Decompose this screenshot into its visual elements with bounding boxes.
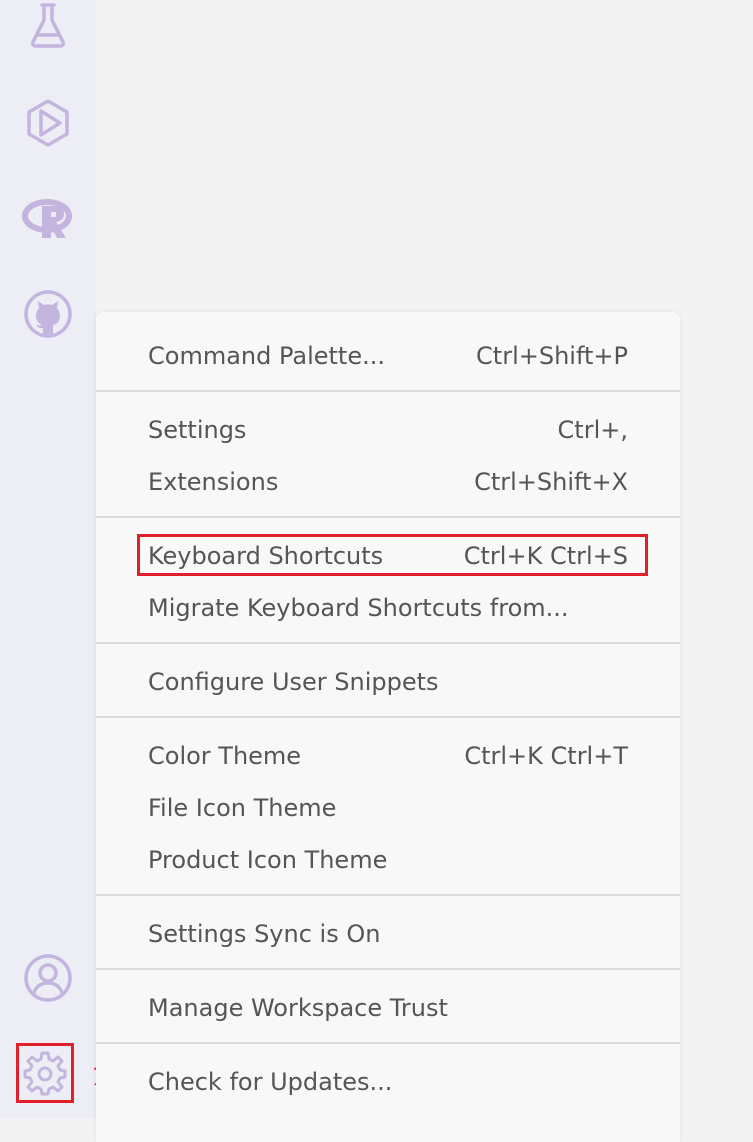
menu-item-file-icon-theme[interactable]: File Icon Theme [148,788,628,828]
menu-separator [96,390,680,392]
gear-icon [23,1051,67,1096]
github-icon[interactable] [20,286,76,342]
menu-item-label: Manage Workspace Trust [148,994,448,1022]
menu-item-label: Settings Sync is On [148,920,381,948]
menu-item-shortcut: Ctrl+Shift+P [476,342,628,370]
menu-item-label: Settings [148,416,247,444]
menu-item-manage-workspace-trust[interactable]: Manage Workspace Trust [148,988,628,1028]
flask-icon[interactable] [20,0,76,54]
menu-item-label: Extensions [148,468,279,496]
menu-separator [96,1042,680,1044]
menu-separator [96,642,680,644]
menu-item-check-for-updates[interactable]: Check for Updates... [148,1062,628,1102]
menu-item-label: Product Icon Theme [148,846,388,874]
activity-bar [0,0,96,1119]
menu-item-label: Color Theme [148,742,302,770]
menu-item-extensions[interactable]: Extensions Ctrl+Shift+X [148,462,628,502]
accounts-icon[interactable] [20,950,76,1006]
menu-item-label: Configure User Snippets [148,668,439,696]
menu-separator [96,516,680,518]
manage-gear-button[interactable] [16,1043,74,1103]
menu-item-product-icon-theme[interactable]: Product Icon Theme [148,840,628,880]
menu-separator [96,716,680,718]
menu-item-configure-user-snippets[interactable]: Configure User Snippets [148,662,628,702]
menu-item-label: Command Palette... [148,342,385,370]
menu-item-command-palette[interactable]: Command Palette... Ctrl+Shift+P [148,336,628,376]
r-language-icon[interactable] [20,190,76,246]
menu-item-settings-sync[interactable]: Settings Sync is On [148,914,628,954]
menu-item-color-theme[interactable]: Color Theme Ctrl+K Ctrl+T [148,736,628,776]
manage-context-menu: Command Palette... Ctrl+Shift+P Settings… [96,312,680,1142]
menu-separator [96,894,680,896]
menu-item-label: Migrate Keyboard Shortcuts from... [148,594,569,622]
menu-item-label: File Icon Theme [148,794,337,822]
menu-item-settings[interactable]: Settings Ctrl+, [148,410,628,450]
menu-item-shortcut: Ctrl+, [557,416,628,444]
run-debug-icon[interactable] [20,95,76,151]
menu-item-migrate-keyboard-shortcuts[interactable]: Migrate Keyboard Shortcuts from... [148,588,628,628]
menu-separator [96,968,680,970]
menu-item-shortcut: Ctrl+K Ctrl+T [464,742,628,770]
menu-item-shortcut: Ctrl+Shift+X [474,468,628,496]
keyboard-shortcuts-highlight [137,534,648,576]
menu-item-label: Check for Updates... [148,1068,393,1096]
